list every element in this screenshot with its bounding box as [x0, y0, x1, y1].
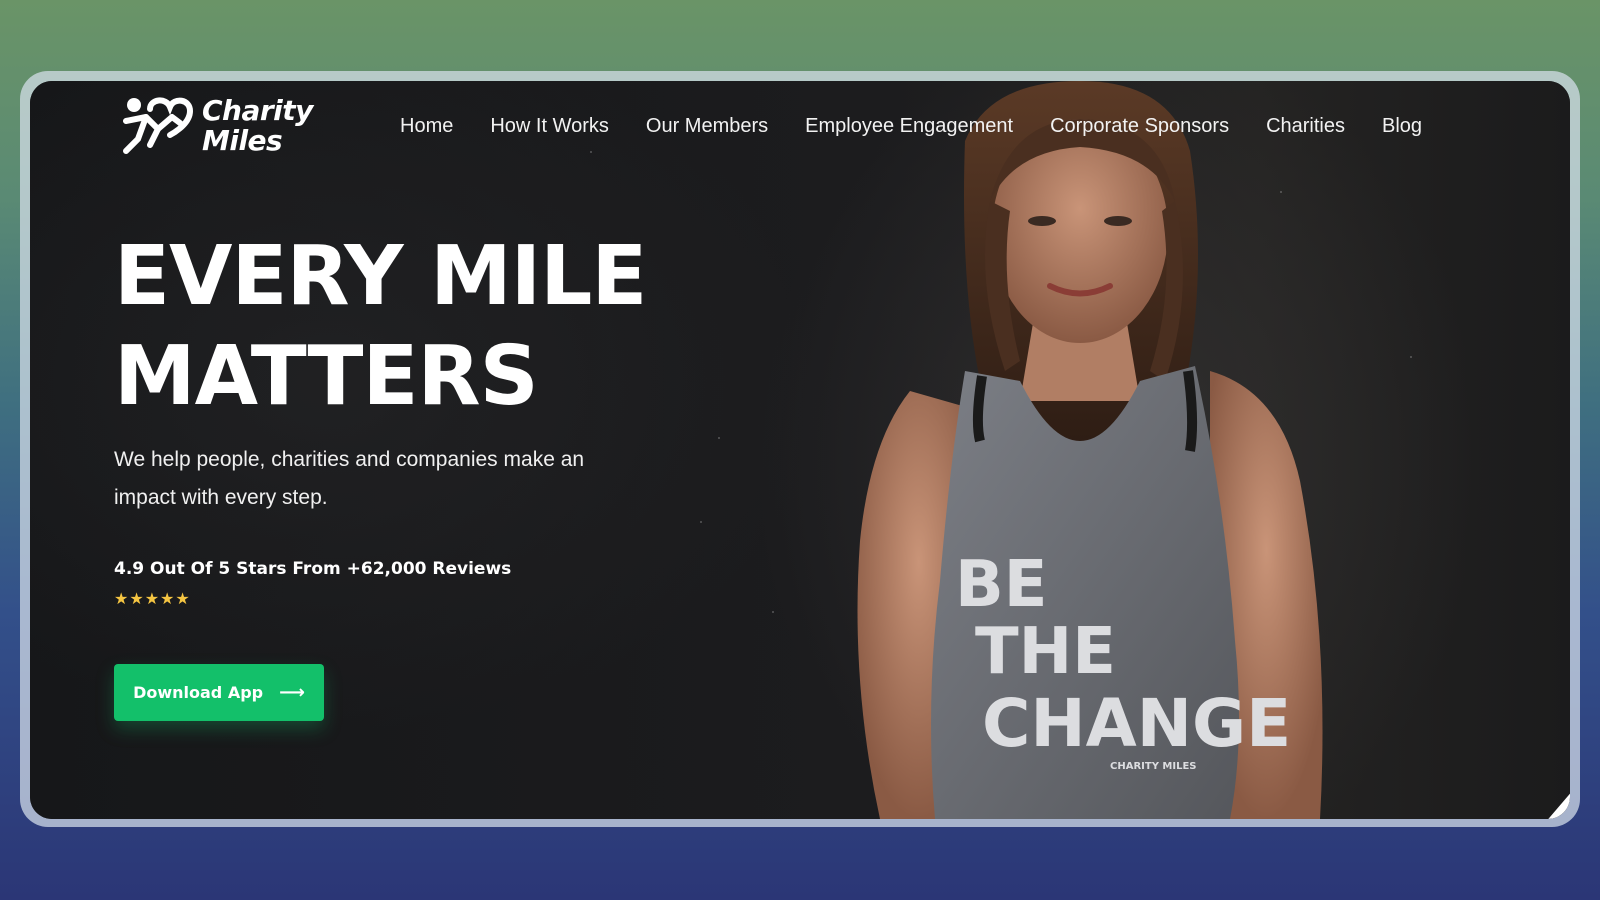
nav-item-employee-engagement[interactable]: Employee Engagement	[805, 115, 1013, 138]
rating-text: 4.9 Out Of 5 Stars From +62,000 Reviews	[114, 559, 512, 579]
brand-logo[interactable]: Charity Miles	[120, 95, 313, 157]
brand-name: Charity Miles	[202, 96, 313, 156]
runner-heart-logo-icon	[123, 97, 194, 154]
nav-item-blog[interactable]: Blog	[1382, 115, 1422, 138]
hero-title: EVERY MILE MATTERS	[114, 227, 647, 427]
shirt-tag: CHARITY MILES	[1110, 761, 1197, 772]
main-nav: Home How It Works Our Members Employee E…	[400, 115, 1422, 138]
download-app-button[interactable]: Download App ⟶	[114, 664, 324, 721]
brand-name-line2: Miles	[202, 124, 283, 157]
nav-item-charities[interactable]: Charities	[1266, 115, 1345, 138]
hero-title-line2: MATTERS	[114, 329, 539, 424]
shirt-text-change: CHANGE	[982, 685, 1291, 762]
nav-item-corporate-sponsors[interactable]: Corporate Sponsors	[1050, 115, 1229, 138]
shirt-text-the: THE	[975, 615, 1116, 689]
nav-item-our-members[interactable]: Our Members	[646, 115, 768, 138]
arrow-right-icon: ⟶	[279, 681, 305, 703]
hero-title-line1: EVERY MILE	[114, 229, 647, 324]
hero-subtitle: We help people, charities and companies …	[114, 448, 585, 509]
download-app-label: Download App	[133, 683, 264, 702]
brand-name-line1: Charity	[202, 94, 313, 127]
shirt-text-be: BE	[955, 548, 1048, 622]
hero-section: BE THE CHANGE CHARITY MILES Charity Mile…	[30, 81, 1570, 819]
nav-item-home[interactable]: Home	[400, 115, 453, 138]
rating-stars-icon: ★★★★★	[114, 589, 191, 608]
nav-item-how-it-works[interactable]: How It Works	[490, 115, 609, 138]
